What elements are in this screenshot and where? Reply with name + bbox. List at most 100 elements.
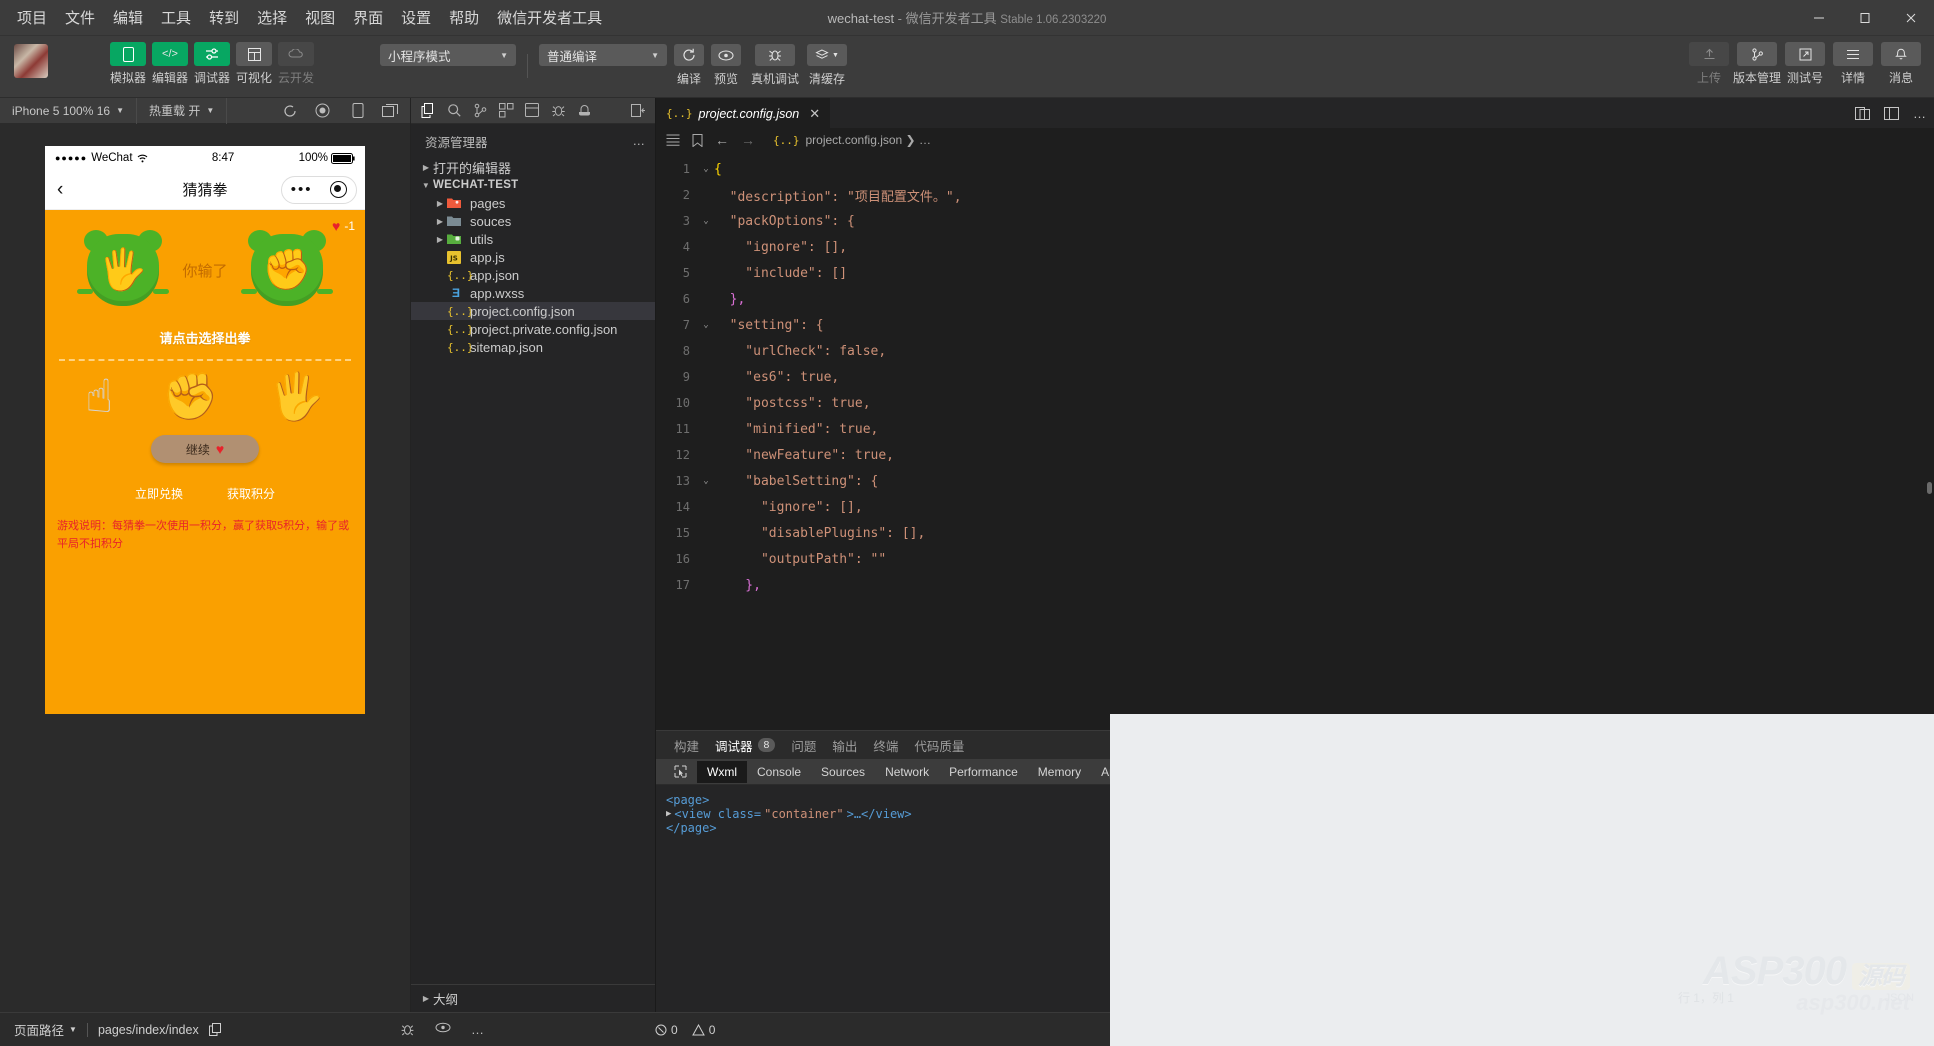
- toggle-editor[interactable]: </> 编辑器: [152, 42, 188, 86]
- devtools-tab-console[interactable]: Console: [747, 761, 811, 783]
- files-icon[interactable]: [415, 98, 441, 124]
- panel-tab-build[interactable]: 构建: [674, 736, 699, 755]
- menu-item-edit[interactable]: 编辑: [104, 3, 152, 32]
- search-icon[interactable]: [441, 98, 467, 124]
- collapse-panel-icon[interactable]: [625, 98, 651, 124]
- link-exchange[interactable]: 立即兑换: [135, 485, 183, 502]
- menu-item-settings[interactable]: 设置: [392, 3, 440, 32]
- devtools-tab-performance[interactable]: Performance: [939, 761, 1028, 783]
- more-icon[interactable]: •••: [291, 181, 313, 198]
- panel-tab-code-quality[interactable]: 代码质量: [914, 736, 964, 755]
- editor-scrollbar[interactable]: [1927, 482, 1932, 494]
- status-more-icon[interactable]: …: [471, 1022, 484, 1037]
- record-icon[interactable]: [315, 103, 330, 118]
- row-col-indicator[interactable]: 行 1，列 1: [1678, 989, 1734, 1006]
- remote-debug-button[interactable]: 真机调试: [755, 44, 795, 87]
- open-editors-row[interactable]: ▶ 打开的编辑器: [411, 158, 655, 176]
- panel-tab-output[interactable]: 输出: [832, 736, 857, 755]
- tree-item-project-config-json[interactable]: {..} project.config.json: [411, 302, 655, 320]
- mobile-preview-icon[interactable]: [352, 103, 364, 118]
- maximize-icon[interactable]: [1842, 0, 1888, 36]
- minimize-icon[interactable]: [1796, 0, 1842, 36]
- cloud-storage-icon[interactable]: [519, 98, 545, 124]
- choice-paper[interactable]: 🖐: [267, 373, 324, 419]
- close-icon[interactable]: ✕: [809, 106, 820, 122]
- breadcrumb-path[interactable]: project.config.json ❯ …: [806, 133, 931, 147]
- split-view-icon[interactable]: [382, 104, 398, 117]
- outline-list-icon[interactable]: [666, 134, 680, 146]
- choice-rock[interactable]: ✊: [162, 373, 219, 419]
- tree-item-project-private-config-json[interactable]: {..} project.private.config.json: [411, 320, 655, 338]
- status-problems[interactable]: 0 0: [655, 1023, 715, 1037]
- back-icon[interactable]: ‹: [57, 179, 63, 201]
- menu-item-select[interactable]: 选择: [248, 3, 296, 32]
- tree-item-app-js[interactable]: JS app.js: [411, 248, 655, 266]
- avatar[interactable]: [14, 44, 48, 78]
- menu-item-interface[interactable]: 界面: [344, 3, 392, 32]
- language-indicator[interactable]: JSON: [1885, 992, 1914, 1004]
- explorer-more-icon[interactable]: …: [633, 134, 646, 148]
- panel-tab-problems[interactable]: 问题: [791, 736, 816, 755]
- editor-more-icon[interactable]: …: [1913, 106, 1926, 121]
- toggle-clouddev[interactable]: 云开发: [278, 42, 314, 86]
- outline-section[interactable]: ▶ 大纲: [411, 984, 655, 1012]
- device-select[interactable]: iPhone 5 100% 16 ▼: [0, 98, 137, 124]
- menu-item-goto[interactable]: 转到: [200, 3, 248, 32]
- debug-bug-icon[interactable]: [400, 1022, 415, 1037]
- layout-editor-icon[interactable]: [1884, 107, 1899, 120]
- hot-reload-select[interactable]: 热重载 开 ▼: [137, 98, 227, 124]
- devtools-tab-memory[interactable]: Memory: [1028, 761, 1091, 783]
- fold-icon[interactable]: ⌄: [698, 320, 714, 330]
- project-root-row[interactable]: ▼ WECHAT-TEST: [411, 176, 655, 194]
- panel-tab-terminal[interactable]: 终端: [873, 736, 898, 755]
- version-control-button[interactable]: 版本管理: [1736, 42, 1778, 86]
- menu-item-tools[interactable]: 工具: [152, 3, 200, 32]
- fold-icon[interactable]: ⌄: [698, 216, 714, 226]
- page-path-select[interactable]: 页面路径 ▼: [14, 1020, 77, 1039]
- debug-icon[interactable]: [545, 98, 571, 124]
- upload-button[interactable]: 上传: [1688, 42, 1730, 86]
- toggle-simulator[interactable]: 模拟器: [110, 42, 146, 86]
- choice-scissors[interactable]: ☝: [85, 373, 113, 419]
- close-icon[interactable]: [1888, 0, 1934, 36]
- bookmark-icon[interactable]: [692, 134, 703, 147]
- copy-icon[interactable]: [209, 1023, 221, 1036]
- preview-button[interactable]: 预览: [711, 44, 741, 87]
- tree-item-pages[interactable]: ▶ pages: [411, 194, 655, 212]
- code-editor[interactable]: 1⌄{ 2 "description": "项目配置文件。", 3⌄ "pack…: [656, 152, 1934, 730]
- editor-tab-project-config[interactable]: {..} project.config.json ✕: [656, 98, 830, 128]
- fold-icon[interactable]: ⌄: [698, 164, 714, 174]
- devtools-tab-sources[interactable]: Sources: [811, 761, 875, 783]
- tree-item-app-json[interactable]: {..} app.json: [411, 266, 655, 284]
- panel-tab-debugger[interactable]: 调试器: [715, 736, 753, 755]
- expand-arrow-icon[interactable]: ▶: [666, 809, 671, 819]
- nav-back-icon[interactable]: ←: [715, 132, 729, 148]
- messages-button[interactable]: 消息: [1880, 42, 1922, 86]
- menu-item-file[interactable]: 文件: [56, 3, 104, 32]
- split-editor-icon[interactable]: [1855, 107, 1870, 120]
- toggle-debugger[interactable]: 调试器: [194, 42, 230, 86]
- close-target-icon[interactable]: [330, 181, 347, 198]
- menu-item-help[interactable]: 帮助: [440, 3, 488, 32]
- extensions-icon[interactable]: [493, 98, 519, 124]
- mode-select[interactable]: 小程序模式 ▼: [380, 44, 516, 66]
- menu-item-view[interactable]: 视图: [296, 3, 344, 32]
- menu-item-project[interactable]: 项目: [8, 3, 56, 32]
- compile-button[interactable]: 编译: [674, 44, 704, 87]
- eye-icon[interactable]: [435, 1022, 451, 1037]
- fold-icon[interactable]: ⌄: [698, 476, 714, 486]
- nav-forward-icon[interactable]: →: [741, 132, 755, 148]
- toggle-visualizer[interactable]: 可视化: [236, 42, 272, 86]
- details-button[interactable]: 详情: [1832, 42, 1874, 86]
- tree-item-sitemap-json[interactable]: {..} sitemap.json: [411, 338, 655, 356]
- warning-indicator[interactable]: 0: [692, 1023, 716, 1037]
- compile-mode-select[interactable]: 普通编译 ▼: [539, 44, 667, 66]
- tree-item-utils[interactable]: ▶ utils: [411, 230, 655, 248]
- tree-item-app-wxss[interactable]: Ǝ app.wxss: [411, 284, 655, 302]
- menu-item-devtools[interactable]: 微信开发者工具: [488, 3, 611, 32]
- plugin-icon[interactable]: [571, 98, 597, 124]
- error-indicator[interactable]: 0: [655, 1023, 678, 1037]
- clear-cache-button[interactable]: ▼ 清缓存: [807, 44, 847, 87]
- rotate-icon[interactable]: [283, 104, 297, 118]
- devtools-tab-wxml[interactable]: Wxml: [697, 761, 747, 783]
